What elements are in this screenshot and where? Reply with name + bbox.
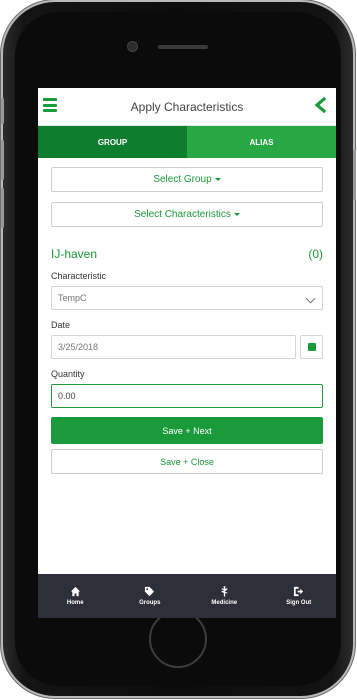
mute-switch [1,98,4,124]
hamburger-menu-icon[interactable] [43,98,57,112]
select-group-dropdown[interactable]: Select Group [51,167,323,192]
tab-alias[interactable]: ALIAS [187,126,336,158]
nav-medicine-label: Medicine [211,600,238,606]
caduceus-icon [221,586,228,597]
nav-groups-label: Groups [139,600,161,606]
section-header: IJ-haven (0) [51,247,323,261]
caret-down-icon [233,213,240,216]
characteristic-label: Characteristic [51,271,107,281]
nav-groups[interactable]: Groups [113,574,188,618]
save-close-button[interactable]: Save + Close [51,449,323,474]
date-field[interactable]: 3/25/2018 [51,335,296,359]
tab-group[interactable]: GROUP [38,126,187,158]
page-title: Apply Characteristics [130,99,244,114]
nav-home[interactable]: Home [38,574,113,618]
date-value: 3/25/2018 [58,342,99,352]
bottom-nav: Home Groups Medicine Sign Out [38,574,336,618]
sign-out-icon [294,586,304,597]
top-bar: Apply Characteristics [38,88,336,126]
form-content: Select Group Select Characteristics IJ-h… [38,167,336,474]
date-row: 3/25/2018 [51,335,323,359]
nav-sign-out[interactable]: Sign Out [262,574,337,618]
back-arrow-icon[interactable] [312,96,330,114]
characteristic-select[interactable]: TempC [51,286,323,310]
quantity-label: Quantity [51,369,85,379]
tag-icon [145,586,155,597]
power-button [353,150,356,200]
date-label: Date [51,320,71,330]
home-icon [70,586,80,597]
save-next-button[interactable]: Save + Next [51,417,323,444]
earpiece-speaker [158,45,208,49]
chevron-down-icon [305,293,316,304]
nav-medicine[interactable]: Medicine [187,574,262,618]
select-characteristics-label: Select Characteristics [134,209,231,220]
section-count: (0) [308,247,323,261]
tab-bar: GROUP ALIAS [38,126,336,158]
select-group-label: Select Group [153,174,212,185]
home-hardware-button[interactable] [149,610,207,668]
section-name: IJ-haven [51,247,98,261]
front-camera [128,42,137,51]
nav-home-label: Home [66,600,84,606]
caret-down-icon [214,178,221,181]
app-screen: Apply Characteristics GROUP ALIAS Select… [38,88,336,618]
volume-up-button [1,140,4,180]
quantity-value: 0.00 [58,391,76,401]
quantity-field[interactable]: 0.00 [51,384,323,408]
nav-sign-out-label: Sign Out [286,600,312,606]
characteristic-value: TempC [58,293,87,303]
select-characteristics-dropdown[interactable]: Select Characteristics [51,202,323,227]
calendar-button[interactable] [300,335,323,359]
volume-down-button [1,188,4,228]
calendar-icon [307,343,316,351]
